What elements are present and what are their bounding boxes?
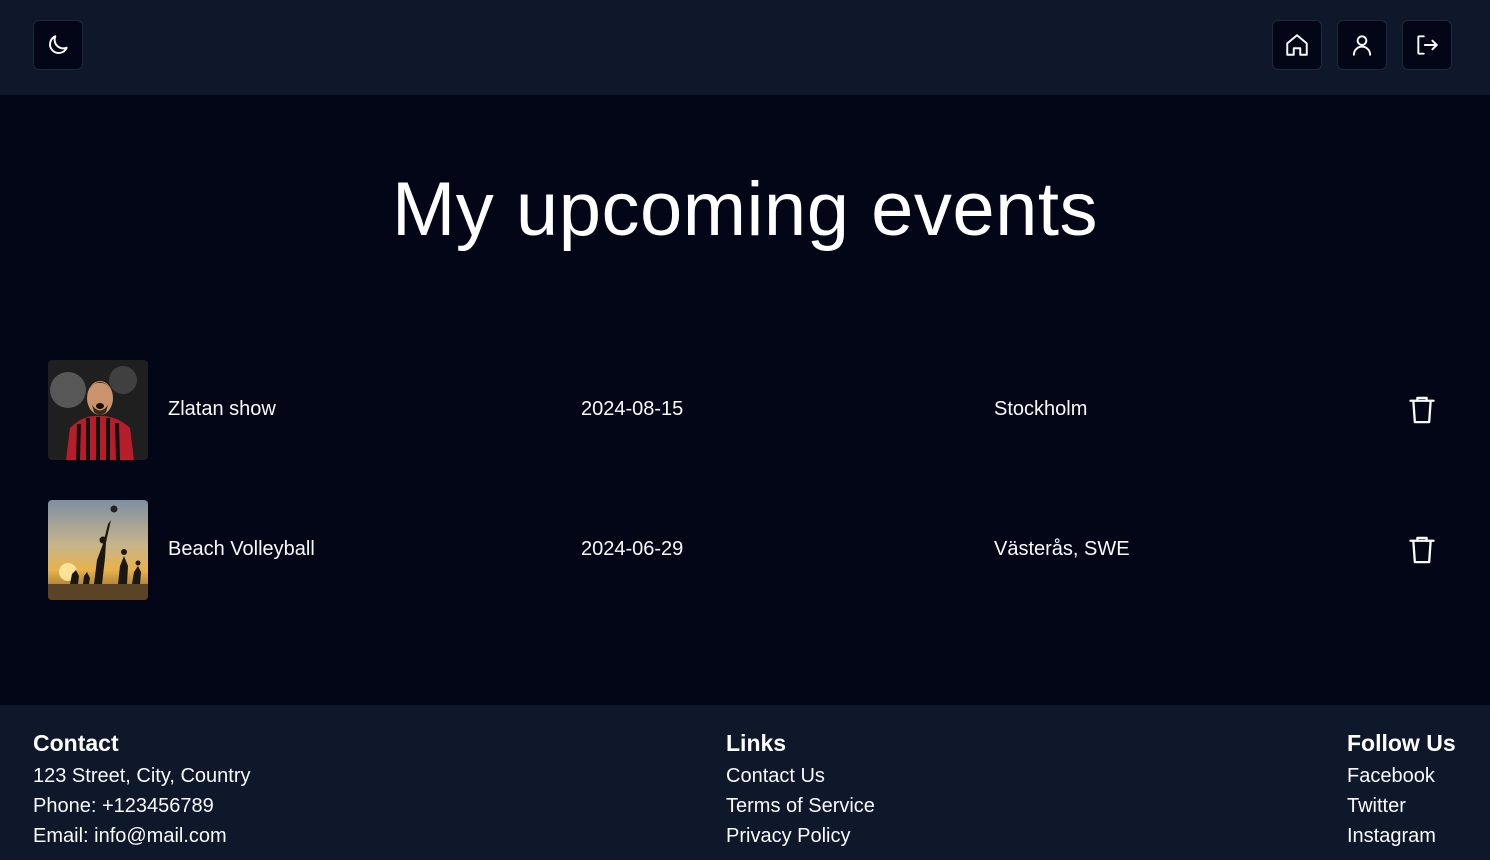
footer-links-heading: Links: [726, 730, 787, 756]
page-title: My upcoming events: [392, 167, 1098, 252]
user-icon: [1352, 35, 1372, 56]
footer-contact-heading: Contact: [33, 730, 119, 756]
footer-contact-column: Contact 123 Street, City, Country Phone:…: [33, 729, 251, 851]
footer-link-instagram[interactable]: Instagram: [1347, 821, 1456, 851]
footer-link-terms[interactable]: Terms of Service: [726, 791, 875, 821]
event-date: 2024-08-15: [581, 398, 684, 420]
event-location: Stockholm: [994, 398, 1088, 420]
contact-phone: Phone: +123456789: [33, 795, 214, 817]
logout-button[interactable]: [1402, 20, 1452, 70]
contact-email: Email: info@mail.com: [33, 825, 227, 847]
profile-button[interactable]: [1337, 20, 1387, 70]
trash-icon: [1409, 396, 1435, 424]
footer-link-facebook[interactable]: Facebook: [1347, 761, 1456, 791]
event-date: 2024-06-29: [581, 538, 684, 560]
event-image-beach-volleyball: [48, 500, 148, 600]
event-name: Zlatan show: [168, 398, 276, 420]
event-location: Västerås, SWE: [994, 538, 1130, 560]
top-navbar: [0, 0, 1490, 95]
event-row: Zlatan show 2024-08-15 Stockholm: [48, 360, 1448, 460]
footer-links-column: Links Contact Us Terms of Service Privac…: [726, 729, 875, 851]
logout-icon: [1417, 35, 1438, 55]
home-button[interactable]: [1272, 20, 1322, 70]
delete-event-button[interactable]: [1406, 394, 1438, 426]
delete-event-button[interactable]: [1406, 534, 1438, 566]
footer-follow-column: Follow Us Facebook Twitter Instagram: [1347, 729, 1456, 851]
event-name: Beach Volleyball: [168, 538, 315, 560]
footer-link-contact-us[interactable]: Contact Us: [726, 761, 875, 791]
event-image-zlatan: [48, 360, 148, 460]
trash-icon: [1409, 536, 1435, 564]
footer-follow-heading: Follow Us: [1347, 730, 1456, 756]
home-icon: [1286, 34, 1308, 56]
footer-link-privacy[interactable]: Privacy Policy: [726, 821, 875, 851]
footer: Contact 123 Street, City, Country Phone:…: [0, 705, 1490, 860]
event-row: Beach Volleyball 2024-06-29 Västerås, SW…: [48, 500, 1448, 600]
theme-toggle-button[interactable]: [33, 20, 83, 70]
contact-address: 123 Street, City, Country: [33, 765, 251, 787]
moon-icon: [49, 35, 68, 54]
footer-link-twitter[interactable]: Twitter: [1347, 791, 1456, 821]
